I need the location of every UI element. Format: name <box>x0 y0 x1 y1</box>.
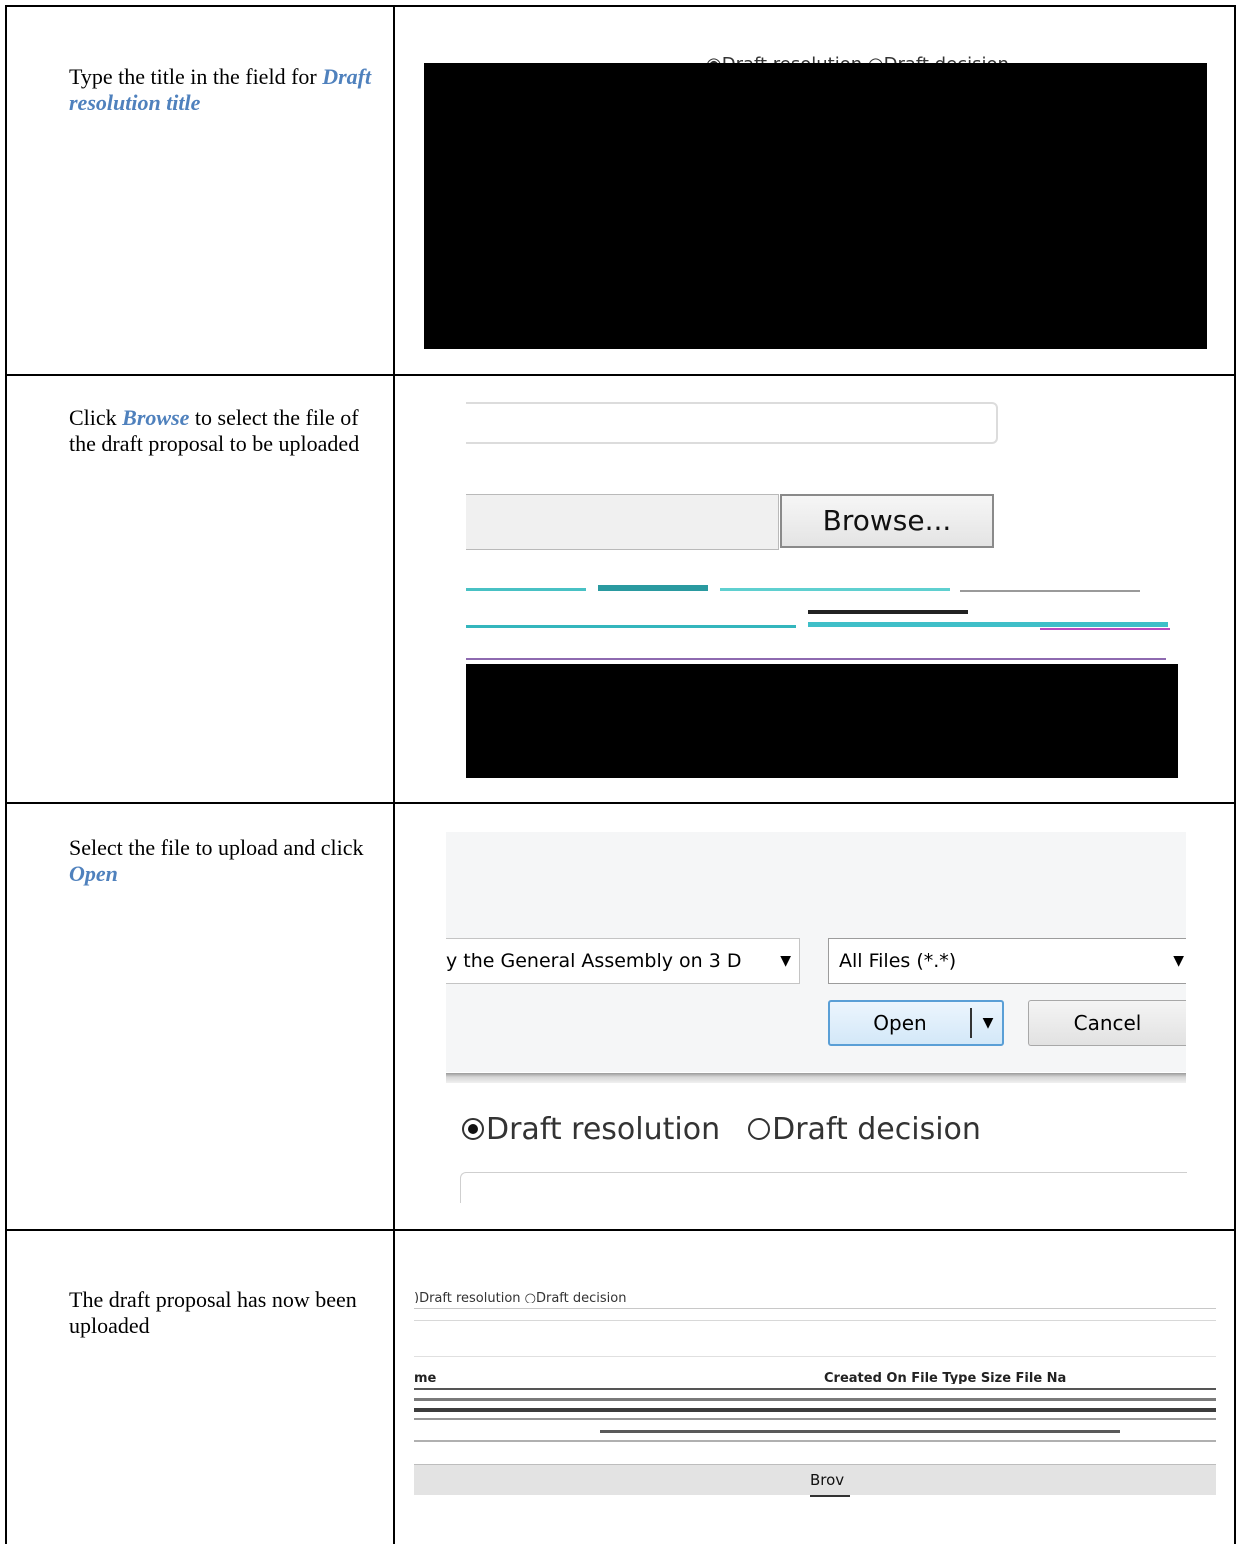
file-list-header: me Created On File Type Size File Na <box>414 1372 1216 1384</box>
file-name-value: y the General Assembly on 3 D <box>446 950 742 972</box>
radio-group-cropped: ◉Draft resolution ○Draft decision <box>706 50 1009 64</box>
noise-line <box>414 1408 1216 1412</box>
open-button[interactable]: Open ▼ <box>828 1000 1004 1046</box>
file-path-field[interactable] <box>466 494 779 550</box>
chevron-down-icon[interactable]: ▼ <box>1173 939 1184 983</box>
noise-line <box>960 590 1140 592</box>
instruction-text: Type the title in the field for <box>69 64 323 89</box>
noise-line <box>414 1418 1216 1420</box>
instruction-step-1: Type the title in the field for Draft re… <box>69 64 379 116</box>
browse-button[interactable]: Brov <box>810 1465 850 1497</box>
noise-line <box>598 585 708 591</box>
dialog-edge <box>446 1073 1186 1083</box>
noise-line <box>720 588 950 591</box>
noise-line <box>808 622 1168 627</box>
title-input-field[interactable] <box>460 1172 1187 1203</box>
browse-button[interactable]: Browse... <box>780 494 994 548</box>
noise-line <box>414 1398 1216 1401</box>
redacted-screenshot-block <box>424 63 1207 349</box>
radio-group-cropped: )Draft resolution ○Draft decision <box>414 1292 627 1303</box>
instruction-keyword: Browse <box>122 405 190 430</box>
noise-line <box>414 1440 1216 1442</box>
title-input-field[interactable] <box>466 402 998 444</box>
field-border <box>414 1356 1216 1357</box>
noise-line <box>466 658 1166 660</box>
header-left: me <box>414 1372 437 1384</box>
proposal-type-radio-group: Draft resolution Draft decision <box>462 1112 981 1147</box>
instruction-text: Click <box>69 405 123 430</box>
redacted-screenshot-block <box>466 664 1178 778</box>
noise-line <box>808 610 968 614</box>
instruction-step-2: Click Browse to select the file of the d… <box>69 405 379 457</box>
row-divider-2 <box>5 802 1236 804</box>
noise-line <box>466 625 796 628</box>
chevron-down-icon[interactable]: ▼ <box>780 939 791 983</box>
instruction-text: Select the file to upload and click <box>69 835 364 860</box>
column-divider <box>393 5 395 1544</box>
noise-line <box>414 1388 1216 1390</box>
row-divider-1 <box>5 374 1236 376</box>
cancel-button[interactable]: Cancel <box>1028 1000 1186 1046</box>
split-divider <box>970 1008 972 1038</box>
row-divider-3 <box>5 1229 1236 1231</box>
file-type-value: All Files (*.*) <box>839 950 957 972</box>
file-name-combobox[interactable]: y the General Assembly on 3 D ▼ <box>446 938 800 984</box>
noise-line <box>1040 628 1170 630</box>
radio-resolution-label[interactable]: Draft resolution <box>486 1112 720 1147</box>
instruction-keyword: Open <box>69 861 118 886</box>
instruction-step-3: Select the file to upload and click Open <box>69 835 379 887</box>
instruction-text: The draft proposal has now been uploaded <box>69 1287 357 1338</box>
open-button-label: Open <box>873 1011 927 1035</box>
noise-line <box>600 1430 1120 1433</box>
chevron-down-icon[interactable]: ▼ <box>976 1002 1000 1044</box>
file-type-select[interactable]: All Files (*.*) ▼ <box>828 938 1186 984</box>
field-border <box>414 1320 1216 1321</box>
noise-line <box>466 588 586 591</box>
radio-unchecked-icon[interactable] <box>748 1118 771 1140</box>
radio-checked-icon[interactable] <box>462 1118 484 1140</box>
browse-bar: Brov <box>414 1464 1216 1497</box>
radio-decision-label[interactable]: Draft decision <box>772 1112 981 1147</box>
header-right: Created On File Type Size File Na <box>824 1372 1067 1384</box>
field-border <box>414 1308 1216 1309</box>
instruction-step-4: The draft proposal has now been uploaded <box>69 1287 379 1339</box>
